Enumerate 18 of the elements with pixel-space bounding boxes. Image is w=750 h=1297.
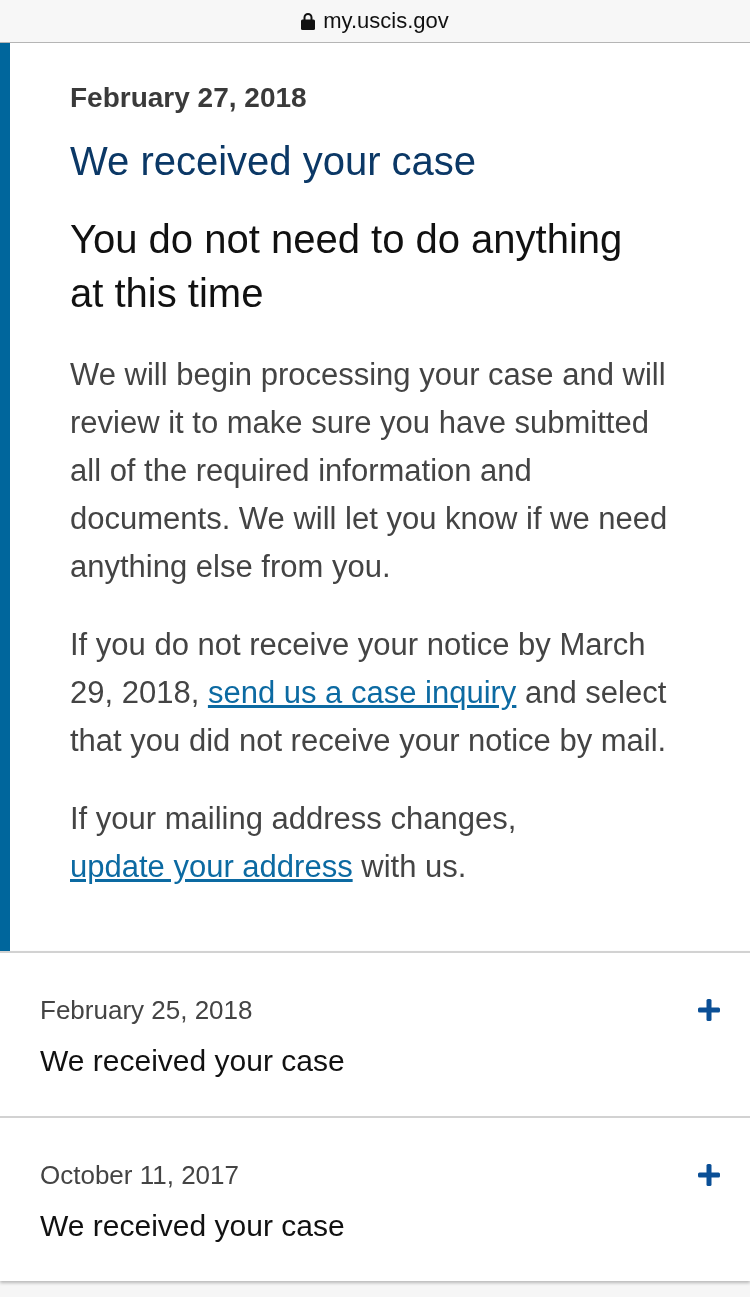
- inline-link[interactable]: update your address: [70, 849, 353, 884]
- history-date: February 25, 2018: [40, 995, 254, 1025]
- inline-link[interactable]: send us a case inquiry: [207, 675, 517, 710]
- plus-icon: [698, 1164, 720, 1186]
- expand-button[interactable]: [698, 1164, 720, 1186]
- status-paragraph: If your mailing address changes, update your address with us.: [70, 800, 518, 886]
- lock-icon: [301, 12, 316, 30]
- history-title: We received your case: [40, 1208, 345, 1244]
- history-date: October 11, 2017: [40, 1160, 240, 1190]
- status-date: February 27, 2018: [70, 81, 308, 115]
- status-paragraph: If you do not receive your notice by March 29, 2018, send us a case inquiry and select that you did not receive your notice by mail.: [70, 626, 668, 760]
- status-subtitle: You do not need to do anything at this time: [70, 216, 624, 317]
- status-title: We received your case: [70, 138, 478, 185]
- status-paragraph: We will begin processing your case and will review it to make sure you have submitted all of the required information and documents. We will let you know if we need anything else from you.: [70, 356, 669, 586]
- address-text[interactable]: my.uscis.gov: [323, 10, 449, 32]
- plus-icon: [698, 999, 720, 1021]
- expand-button[interactable]: [698, 999, 720, 1021]
- history-title: We received your case: [40, 1043, 345, 1079]
